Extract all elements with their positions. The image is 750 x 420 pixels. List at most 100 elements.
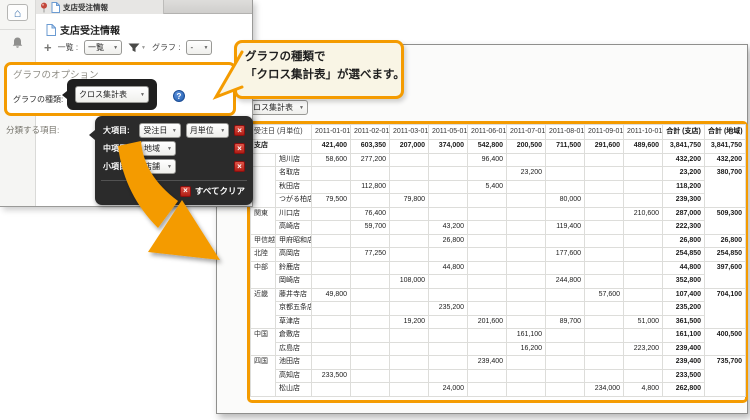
date-column-header: 2011-08-01 [546,125,585,140]
value-cell [585,356,624,370]
region-total-cell: 400,500 [705,329,746,356]
bell-icon[interactable] [11,36,24,49]
major-item-dropdown[interactable]: 受注日 ▼ [139,123,180,138]
graph-dropdown[interactable]: - ▼ [186,40,212,55]
filter-button[interactable]: ▼ [128,43,146,53]
table-row: 高崎店59,70043,200119,400222,300 [251,221,746,235]
middle-item-label: 中項目: [103,143,135,154]
value-cell [390,383,429,397]
table-row: 北陸高岡店77,250177,600254,850254,850 [251,248,746,262]
value-cell: 77,250 [351,248,390,262]
value-cell: 24,000 [429,383,468,397]
region-total-cell: 380,700 [705,167,746,208]
middle-item-dropdown[interactable]: 地域 ▼ [140,141,176,156]
store-total-cell: 222,300 [663,221,705,235]
list-dropdown[interactable]: 一覧 ▼ [84,40,122,55]
help-icon[interactable]: ? [173,90,185,102]
value-cell [546,234,585,248]
value-cell [312,315,351,329]
home-button[interactable]: ⌂ [7,4,28,21]
caret-down-icon: ▼ [299,105,304,111]
tab-branch-orders[interactable]: 支店受注情報 [36,0,164,14]
value-cell [468,234,507,248]
panel-pointer [89,130,95,140]
table-row: 関東川口店76,400210,600287,000509,300 [251,207,746,221]
value-cell: 43,200 [429,221,468,235]
value-cell [585,194,624,208]
date-column-header: 2011-07-01 [507,125,546,140]
value-cell [312,221,351,235]
value-cell: 4,800 [624,383,663,397]
remove-middle-item-button[interactable]: × [234,143,245,154]
value-cell [507,356,546,370]
list-dropdown-value: 一覧 [88,42,104,53]
graph-label: グラフ : [152,42,180,53]
date-column-header: 2011-03-01 [390,125,429,140]
value-cell [507,315,546,329]
store-cell: 松山店 [276,383,312,397]
value-cell: 51,000 [624,315,663,329]
table-row: 名取店23,20023,200380,700 [251,167,746,181]
value-cell [468,275,507,289]
classify-items-panel: 大項目: 受注日 ▼ 月単位 ▼ × 中項目: 地域 ▼ × 小項目 [95,116,253,205]
region-cell: 近畿 [251,288,276,329]
value-cell [351,315,390,329]
value-cell [468,288,507,302]
pointer-notch [62,91,67,99]
value-cell [351,194,390,208]
graph-options-box: グラフのオプション グラフの種類: クロス集計表 ▼ ? [4,62,236,116]
value-cell [546,288,585,302]
region-cell: 関東 [251,207,276,234]
remove-major-item-button[interactable]: × [234,125,245,136]
value-cell [351,302,390,316]
minor-item-dropdown[interactable]: 店舗 ▼ [140,159,176,174]
remove-minor-item-button[interactable]: × [234,161,245,172]
value-cell [507,275,546,289]
table-row: 松山店24,000234,0004,800262,800 [251,383,746,397]
value-cell [624,194,663,208]
middle-item-value: 地域 [144,143,160,154]
value-cell [390,288,429,302]
value-cell [624,153,663,167]
major-unit-dropdown[interactable]: 月単位 ▼ [186,123,229,138]
value-cell [507,369,546,383]
value-cell [390,234,429,248]
store-total-cell: 239,300 [663,194,705,208]
add-icon[interactable]: + [44,41,52,54]
value-cell [312,302,351,316]
callout-line-1: グラフの種類で [245,48,393,66]
value-cell: 76,400 [351,207,390,221]
store-total-cell: 44,800 [663,261,705,275]
value-cell [351,383,390,397]
graph-type-dropdown[interactable]: クロス集計表 ▼ [75,86,149,103]
value-cell: 44,800 [429,261,468,275]
value-cell [312,207,351,221]
document-icon [46,24,56,36]
caret-down-icon: ▼ [204,45,209,51]
value-cell [429,194,468,208]
value-cell [507,221,546,235]
value-cell [468,329,507,343]
value-cell [507,194,546,208]
region-cell: 中部 [251,261,276,288]
clear-all-label: すべてクリア [195,185,245,197]
value-cell [624,261,663,275]
value-cell [390,329,429,343]
value-cell [390,248,429,262]
store-cell: 池田店 [276,356,312,370]
value-cell [390,302,429,316]
value-cell: 19,200 [390,315,429,329]
value-cell [312,275,351,289]
value-cell [312,356,351,370]
branch-grand-total: 3,841,750 [663,140,705,154]
value-cell [468,261,507,275]
value-cell [546,329,585,343]
store-total-cell: 352,800 [663,275,705,289]
store-total-cell: 239,400 [663,342,705,356]
clear-all-button[interactable]: × すべてクリア [180,185,245,197]
store-total-cell: 233,500 [663,369,705,383]
value-cell: 244,800 [546,275,585,289]
value-cell [351,342,390,356]
table-row: 京都五条店235,200235,200 [251,302,746,316]
value-cell [507,261,546,275]
